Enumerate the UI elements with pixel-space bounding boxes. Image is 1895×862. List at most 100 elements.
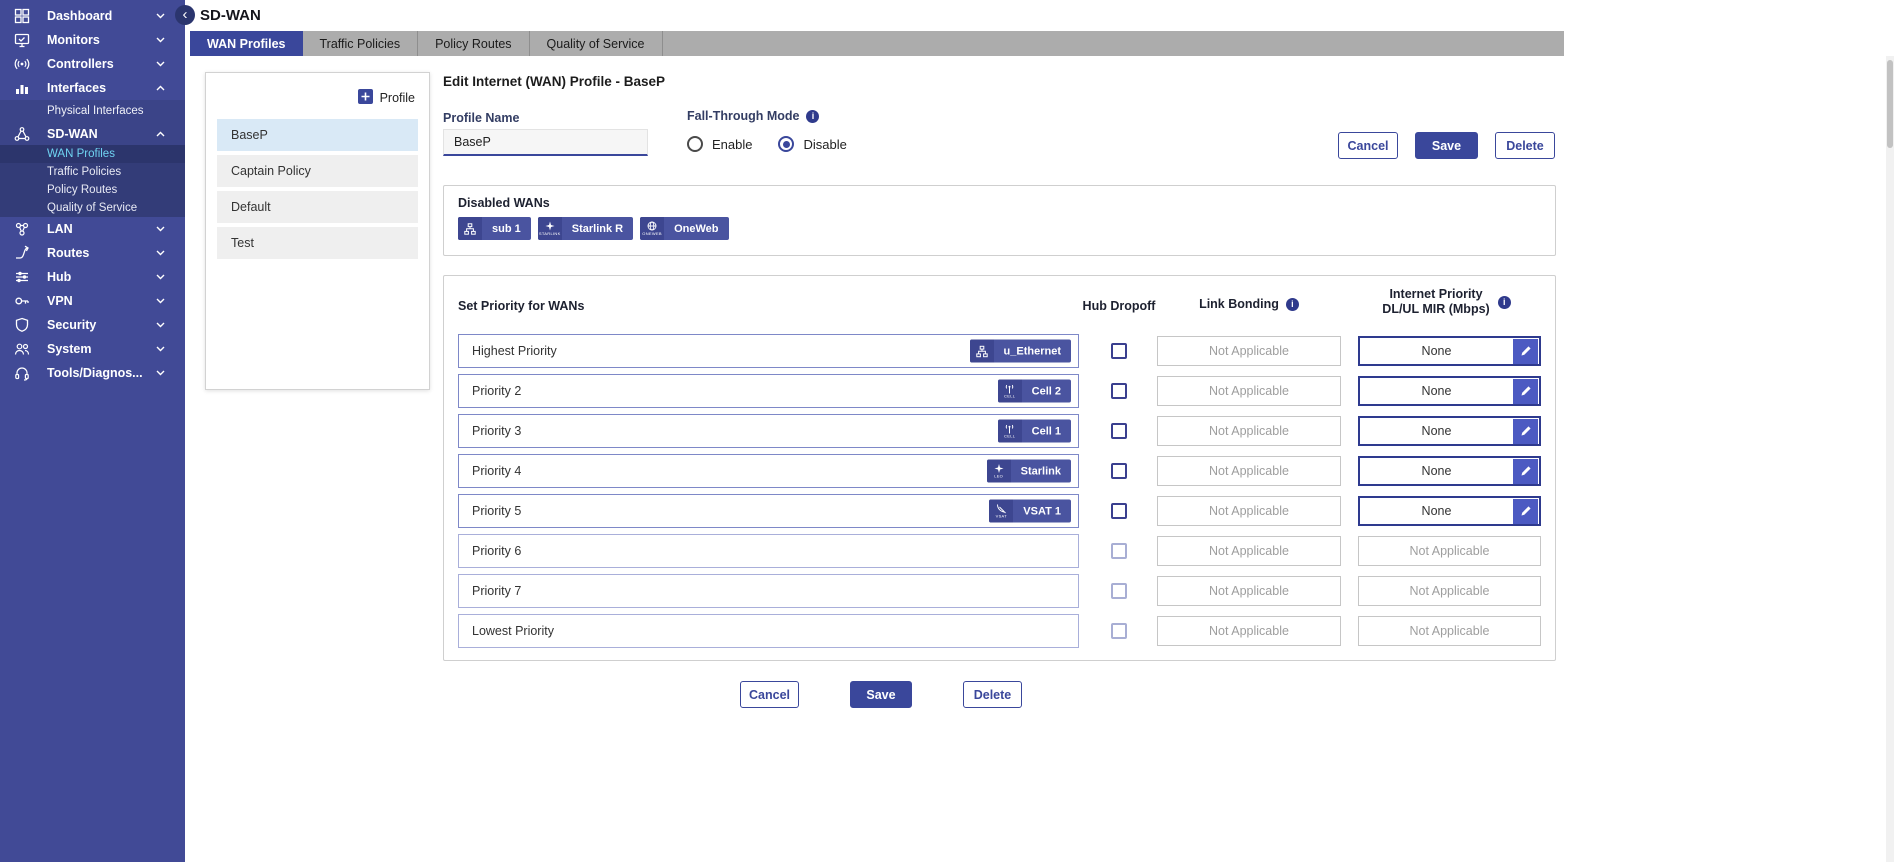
sidebar-item-label: Tools/Diagnos... xyxy=(47,366,143,380)
sidebar-item-sd-wan[interactable]: SD-WAN xyxy=(0,122,185,145)
sidebar-item-quality-of-service[interactable]: Quality of Service xyxy=(0,199,185,217)
sidebar-item-monitors[interactable]: Monitors xyxy=(0,28,185,52)
tab-policy-routes[interactable]: Policy Routes xyxy=(418,31,529,56)
hub-dropoff-checkbox[interactable] xyxy=(1111,463,1127,479)
delete-button[interactable]: Delete xyxy=(963,681,1022,708)
wan-chip-cell-1[interactable]: CELL Cell 1 xyxy=(998,420,1071,443)
sidebar-item-wan-profiles[interactable]: WAN Profiles xyxy=(0,145,185,163)
profile-name-label: Profile Name xyxy=(443,111,519,125)
hub-dropoff-checkbox[interactable] xyxy=(1111,503,1127,519)
sidebar-item-routes[interactable]: Routes xyxy=(0,241,185,265)
tab-label: Quality of Service xyxy=(547,37,645,51)
wan-chip-sub1[interactable]: sub 1 xyxy=(458,217,531,240)
edit-pencil-button[interactable] xyxy=(1513,499,1538,524)
form-actions-top: Cancel Save Delete xyxy=(1338,132,1555,159)
priority-slot-highest[interactable]: Highest Priority u_Ethernet xyxy=(458,334,1079,368)
disabled-wans-title: Disabled WANs xyxy=(458,196,550,210)
priority-section: Set Priority for WANs Hub Dropoff Link B… xyxy=(443,275,1556,661)
sidebar-item-traffic-policies[interactable]: Traffic Policies xyxy=(0,163,185,181)
wan-chip-u-ethernet[interactable]: u_Ethernet xyxy=(970,340,1071,363)
cancel-button[interactable]: Cancel xyxy=(740,681,799,708)
priority-slot-4[interactable]: Priority 4 LEO Starlink xyxy=(458,454,1079,488)
profile-list-item-test[interactable]: Test xyxy=(217,227,418,259)
priority-slot-7[interactable]: Priority 7 xyxy=(458,574,1079,608)
chip-icon-caption: LEO xyxy=(994,474,1003,479)
sidebar-item-lan[interactable]: LAN xyxy=(0,217,185,241)
sidebar-item-label: SD-WAN xyxy=(47,127,98,141)
hub-dropoff-checkbox-disabled xyxy=(1111,543,1127,559)
priority-slot-5[interactable]: Priority 5 VSAT VSAT 1 xyxy=(458,494,1079,528)
delete-button[interactable]: Delete xyxy=(1495,132,1555,159)
wan-chip-label: VSAT 1 xyxy=(1013,500,1071,523)
radio-enable[interactable] xyxy=(687,136,703,152)
chevron-up-icon xyxy=(156,85,165,91)
profile-list-item-default[interactable]: Default xyxy=(217,191,418,223)
priority-label: Highest Priority xyxy=(472,344,557,358)
sidebar-item-vpn[interactable]: VPN xyxy=(0,289,185,313)
wan-chip-starlink[interactable]: LEO Starlink xyxy=(987,460,1071,483)
sidebar-item-system[interactable]: System xyxy=(0,337,185,361)
edit-pencil-button[interactable] xyxy=(1513,339,1538,364)
info-icon[interactable]: i xyxy=(1498,296,1511,309)
edit-pencil-button[interactable] xyxy=(1513,379,1538,404)
sidebar-item-hub[interactable]: Hub xyxy=(0,265,185,289)
wan-chip-cell-2[interactable]: CELL Cell 2 xyxy=(998,380,1071,403)
sidebar-item-dashboard[interactable]: Dashboard xyxy=(0,4,185,28)
tab-bar: WAN Profiles Traffic Policies Policy Rou… xyxy=(190,31,1564,56)
interfaces-icon xyxy=(14,80,30,96)
edit-pencil-button[interactable] xyxy=(1513,419,1538,444)
priority-slot-6[interactable]: Priority 6 xyxy=(458,534,1079,568)
profile-list-item-basep[interactable]: BaseP xyxy=(217,119,418,151)
link-bonding-field: Not Applicable xyxy=(1157,376,1341,406)
wan-chip-label: Starlink xyxy=(1011,460,1071,483)
info-icon[interactable]: i xyxy=(806,110,819,123)
add-profile-button[interactable]: Profile xyxy=(358,89,415,107)
wan-chip-vsat-1[interactable]: VSAT VSAT 1 xyxy=(989,500,1071,523)
cell-antenna-icon: CELL xyxy=(998,420,1022,443)
scrollbar-thumb[interactable] xyxy=(1887,60,1893,148)
priority-slot-3[interactable]: Priority 3 CELL Cell 1 xyxy=(458,414,1079,448)
controllers-icon xyxy=(14,56,30,72)
wan-chip-starlink-r[interactable]: STARLINK Starlink R xyxy=(538,217,633,240)
sidebar-item-interfaces[interactable]: Interfaces xyxy=(0,76,185,100)
hub-dropoff-checkbox[interactable] xyxy=(1111,343,1127,359)
chevron-down-icon xyxy=(156,61,165,67)
sidebar-item-tools-diagnostics[interactable]: Tools/Diagnos... xyxy=(0,361,185,385)
vertical-scrollbar xyxy=(1886,56,1894,862)
cell-antenna-icon: CELL xyxy=(998,380,1022,403)
sidebar-item-controllers[interactable]: Controllers xyxy=(0,52,185,76)
radio-disable[interactable] xyxy=(778,136,794,152)
hub-dropoff-checkbox[interactable] xyxy=(1111,383,1127,399)
disabled-wans-section: Disabled WANs sub 1 STARLINK Starlink R … xyxy=(443,185,1556,256)
sidebar-item-security[interactable]: Security xyxy=(0,313,185,337)
cancel-button[interactable]: Cancel xyxy=(1338,132,1398,159)
profile-list-item-captain-policy[interactable]: Captain Policy xyxy=(217,155,418,187)
collapse-sidebar-button[interactable]: ‹ xyxy=(175,5,195,25)
starlink-icon: STARLINK xyxy=(538,217,562,240)
mir-field: None xyxy=(1358,496,1541,526)
wan-chip-oneweb[interactable]: ONEWEB OneWeb xyxy=(640,217,728,240)
column-header-internet-priority: Internet Priority DL/UL MIR (Mbps) i xyxy=(1344,287,1549,317)
sidebar-item-label: Interfaces xyxy=(47,81,106,95)
link-bonding-header-text: Link Bonding xyxy=(1199,297,1279,311)
column-header-hub-dropoff: Hub Dropoff xyxy=(1074,299,1164,313)
sidebar-item-label: Policy Routes xyxy=(47,184,117,196)
edit-pencil-button[interactable] xyxy=(1513,459,1538,484)
sidebar-item-physical-interfaces[interactable]: Physical Interfaces xyxy=(0,100,185,122)
app-window: Dashboard Monitors Controllers Interface… xyxy=(0,0,1895,862)
tab-wan-profiles[interactable]: WAN Profiles xyxy=(190,31,303,56)
priority-row: Priority 6 Not Applicable Not Applicable xyxy=(444,534,1555,568)
save-button[interactable]: Save xyxy=(1415,132,1478,159)
profile-item-label: Captain Policy xyxy=(231,164,311,178)
sidebar-item-policy-routes[interactable]: Policy Routes xyxy=(0,181,185,199)
save-button[interactable]: Save xyxy=(850,681,912,708)
profiles-panel: Profile BaseP Captain Policy Default Tes… xyxy=(205,72,430,390)
priority-slot-lowest[interactable]: Lowest Priority xyxy=(458,614,1079,648)
hub-dropoff-checkbox[interactable] xyxy=(1111,423,1127,439)
info-icon[interactable]: i xyxy=(1286,298,1299,311)
tab-traffic-policies[interactable]: Traffic Policies xyxy=(303,31,419,56)
hub-dropoff-checkbox-disabled xyxy=(1111,583,1127,599)
profile-name-input[interactable] xyxy=(443,129,648,156)
priority-slot-2[interactable]: Priority 2 CELL Cell 2 xyxy=(458,374,1079,408)
tab-quality-of-service[interactable]: Quality of Service xyxy=(530,31,663,56)
